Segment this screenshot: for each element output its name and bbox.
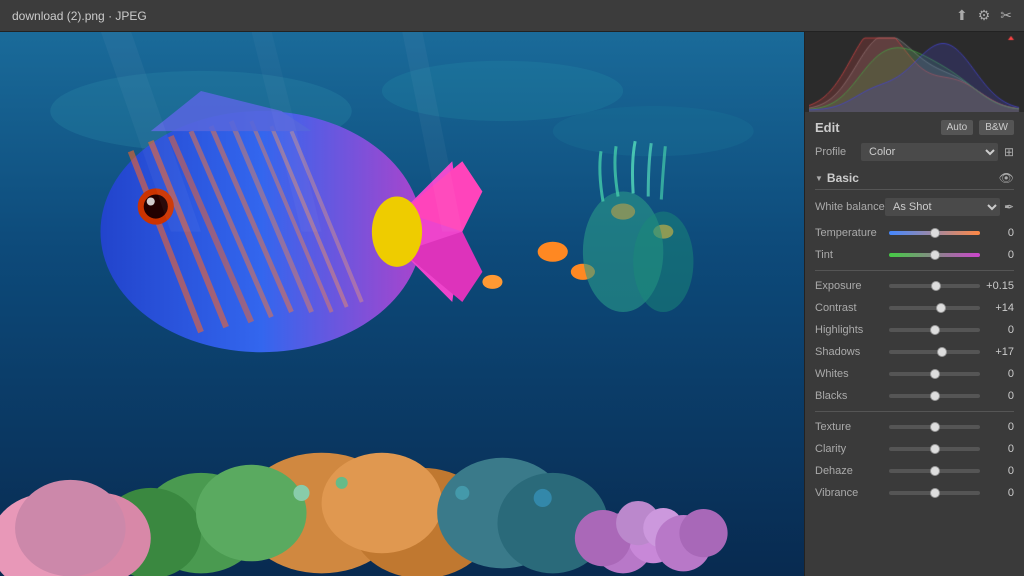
image-canvas <box>0 32 804 576</box>
edit-header: Edit Auto B&W <box>815 120 1014 135</box>
whites-label: Whites <box>815 368 885 380</box>
auto-button[interactable]: Auto <box>941 120 974 135</box>
exposure-label: Exposure <box>815 280 885 292</box>
image-area <box>0 32 804 576</box>
visibility-icon[interactable]: 👁 <box>999 171 1014 185</box>
exposure-row: Exposure +0.15 <box>815 277 1014 295</box>
tint-slider[interactable] <box>889 253 980 257</box>
shadows-row: Shadows +17 <box>815 343 1014 361</box>
dehaze-slider[interactable] <box>889 469 980 473</box>
bw-button[interactable]: B&W <box>979 120 1014 135</box>
temperature-label: Temperature <box>815 227 885 239</box>
vibrance-row: Vibrance 0 <box>815 484 1014 502</box>
main-area: Edit Auto B&W Profile Color Adobe Color … <box>0 32 1024 576</box>
titlebar: download (2).png · JPEG ⬆ ⚙ ✂ <box>0 0 1024 32</box>
contrast-row: Contrast +14 <box>815 299 1014 317</box>
settings-icon[interactable]: ⚙ <box>978 7 991 24</box>
right-panel: Edit Auto B&W Profile Color Adobe Color … <box>804 32 1024 576</box>
dehaze-label: Dehaze <box>815 465 885 477</box>
white-balance-row: White balance As Shot Auto Daylight Clou… <box>815 198 1014 216</box>
profile-select[interactable]: Color Adobe Color Monochrome <box>861 143 998 161</box>
collapse-chevron[interactable]: ▼ <box>815 174 823 183</box>
basic-section-header: ▼ Basic 👁 <box>815 171 1014 190</box>
dehaze-value: 0 <box>984 465 1014 477</box>
shadows-label: Shadows <box>815 346 885 358</box>
contrast-slider[interactable] <box>889 306 980 310</box>
texture-slider[interactable] <box>889 425 980 429</box>
profile-row: Profile Color Adobe Color Monochrome ⊞ <box>815 143 1014 161</box>
upload-icon[interactable]: ⬆ <box>956 7 968 24</box>
texture-label: Texture <box>815 421 885 433</box>
clarity-label: Clarity <box>815 443 885 455</box>
blacks-slider[interactable] <box>889 394 980 398</box>
dehaze-row: Dehaze 0 <box>815 462 1014 480</box>
blacks-value: 0 <box>984 390 1014 402</box>
whites-row: Whites 0 <box>815 365 1014 383</box>
tint-value: 0 <box>984 249 1014 261</box>
shadows-slider[interactable] <box>889 350 980 354</box>
basic-section-title: ▼ Basic <box>815 171 859 185</box>
texture-row: Texture 0 <box>815 418 1014 436</box>
texture-value: 0 <box>984 421 1014 433</box>
vibrance-value: 0 <box>984 487 1014 499</box>
vibrance-slider[interactable] <box>889 491 980 495</box>
temperature-slider[interactable] <box>889 231 980 235</box>
histogram-canvas <box>809 36 1020 112</box>
edit-title: Edit <box>815 120 840 135</box>
highlights-value: 0 <box>984 324 1014 336</box>
highlights-row: Highlights 0 <box>815 321 1014 339</box>
wb-select[interactable]: As Shot Auto Daylight Cloudy Shade Custo… <box>885 198 1000 216</box>
temperature-row: Temperature 0 <box>815 224 1014 242</box>
edit-panel: Edit Auto B&W Profile Color Adobe Color … <box>805 112 1024 576</box>
grid-icon[interactable]: ⊞ <box>1004 145 1014 159</box>
divider-1 <box>815 270 1014 271</box>
histogram <box>805 32 1024 112</box>
tint-row: Tint 0 <box>815 246 1014 264</box>
highlights-slider[interactable] <box>889 328 980 332</box>
blacks-label: Blacks <box>815 390 885 402</box>
blacks-row: Blacks 0 <box>815 387 1014 405</box>
highlights-label: Highlights <box>815 324 885 336</box>
temperature-value: 0 <box>984 227 1014 239</box>
file-title: download (2).png · JPEG <box>12 9 147 23</box>
profile-label: Profile <box>815 146 855 158</box>
exposure-slider[interactable] <box>889 284 980 288</box>
clarity-row: Clarity 0 <box>815 440 1014 458</box>
wb-label: White balance <box>815 201 885 213</box>
shadows-value: +17 <box>984 346 1014 358</box>
divider-2 <box>815 411 1014 412</box>
edit-header-actions: Auto B&W <box>941 120 1014 135</box>
titlebar-actions: ⬆ ⚙ ✂ <box>956 7 1012 24</box>
contrast-value: +14 <box>984 302 1014 314</box>
clarity-slider[interactable] <box>889 447 980 451</box>
vibrance-label: Vibrance <box>815 487 885 499</box>
whites-slider[interactable] <box>889 372 980 376</box>
clarity-value: 0 <box>984 443 1014 455</box>
eyedropper-icon[interactable]: ✒ <box>1004 200 1014 214</box>
whites-value: 0 <box>984 368 1014 380</box>
contrast-label: Contrast <box>815 302 885 314</box>
crop-icon[interactable]: ✂ <box>1000 7 1012 24</box>
exposure-value: +0.15 <box>984 280 1014 292</box>
tint-label: Tint <box>815 249 885 261</box>
